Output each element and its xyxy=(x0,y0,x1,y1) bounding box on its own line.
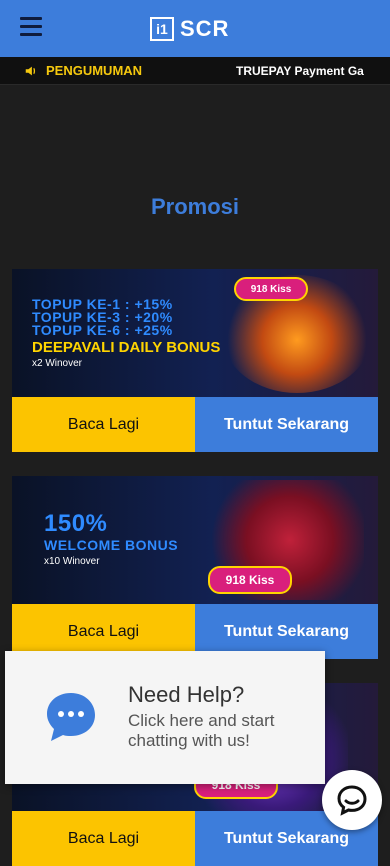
chat-icon xyxy=(337,785,367,816)
brand-badge: 918 Kiss xyxy=(208,566,292,594)
promo-percent: 150% xyxy=(44,510,108,537)
page-title: Promosi xyxy=(150,194,240,219)
announcement-bar: PENGUMUMAN TRUEPAY Payment Ga xyxy=(0,57,390,85)
announcement-label: PENGUMUMAN xyxy=(46,63,143,78)
read-more-button[interactable]: Baca Lagi xyxy=(12,811,195,866)
chat-launcher-button[interactable] xyxy=(322,770,382,830)
promo-card: 150% WELCOME BONUS x10 Winover 918 Kiss … xyxy=(12,476,378,659)
logo-text: SCR xyxy=(180,16,230,41)
site-logo[interactable]: i1 SCR xyxy=(150,16,229,42)
claim-now-button[interactable]: Tuntut Sekarang xyxy=(195,397,378,452)
promo-sub: x2 Winover xyxy=(32,358,83,369)
logo-mark: i1 xyxy=(150,17,174,41)
read-more-button[interactable]: Baca Lagi xyxy=(12,397,195,452)
promo-sub: x10 Winover xyxy=(44,556,100,567)
promo-banner[interactable]: 150% WELCOME BONUS x10 Winover 918 Kiss xyxy=(12,476,378,604)
promo-headline: DEEPAVALI DAILY BONUS xyxy=(32,339,221,356)
promo-card: TOPUP KE-1 : +15% TOPUP KE-3 : +20% TOPU… xyxy=(12,269,378,452)
promo-headline: WELCOME BONUS xyxy=(44,537,179,553)
help-title: Need Help? xyxy=(128,682,245,707)
brand-badge: 918 Kiss xyxy=(234,277,308,301)
promo-banner[interactable]: TOPUP KE-1 : +15% TOPUP KE-3 : +20% TOPU… xyxy=(12,269,378,397)
promo-line: TOPUP KE-6 : +25% xyxy=(32,322,173,338)
speaker-icon xyxy=(25,66,36,75)
announcement-text: TRUEPAY Payment Ga xyxy=(236,64,364,78)
hamburger-menu-icon[interactable] xyxy=(20,17,42,37)
help-description: Click here and start chatting with us! xyxy=(128,711,275,750)
chat-bubble-icon xyxy=(47,693,95,741)
help-popup[interactable]: Need Help? Click here and start chatting… xyxy=(5,651,325,784)
top-header: i1 SCR xyxy=(0,0,390,57)
